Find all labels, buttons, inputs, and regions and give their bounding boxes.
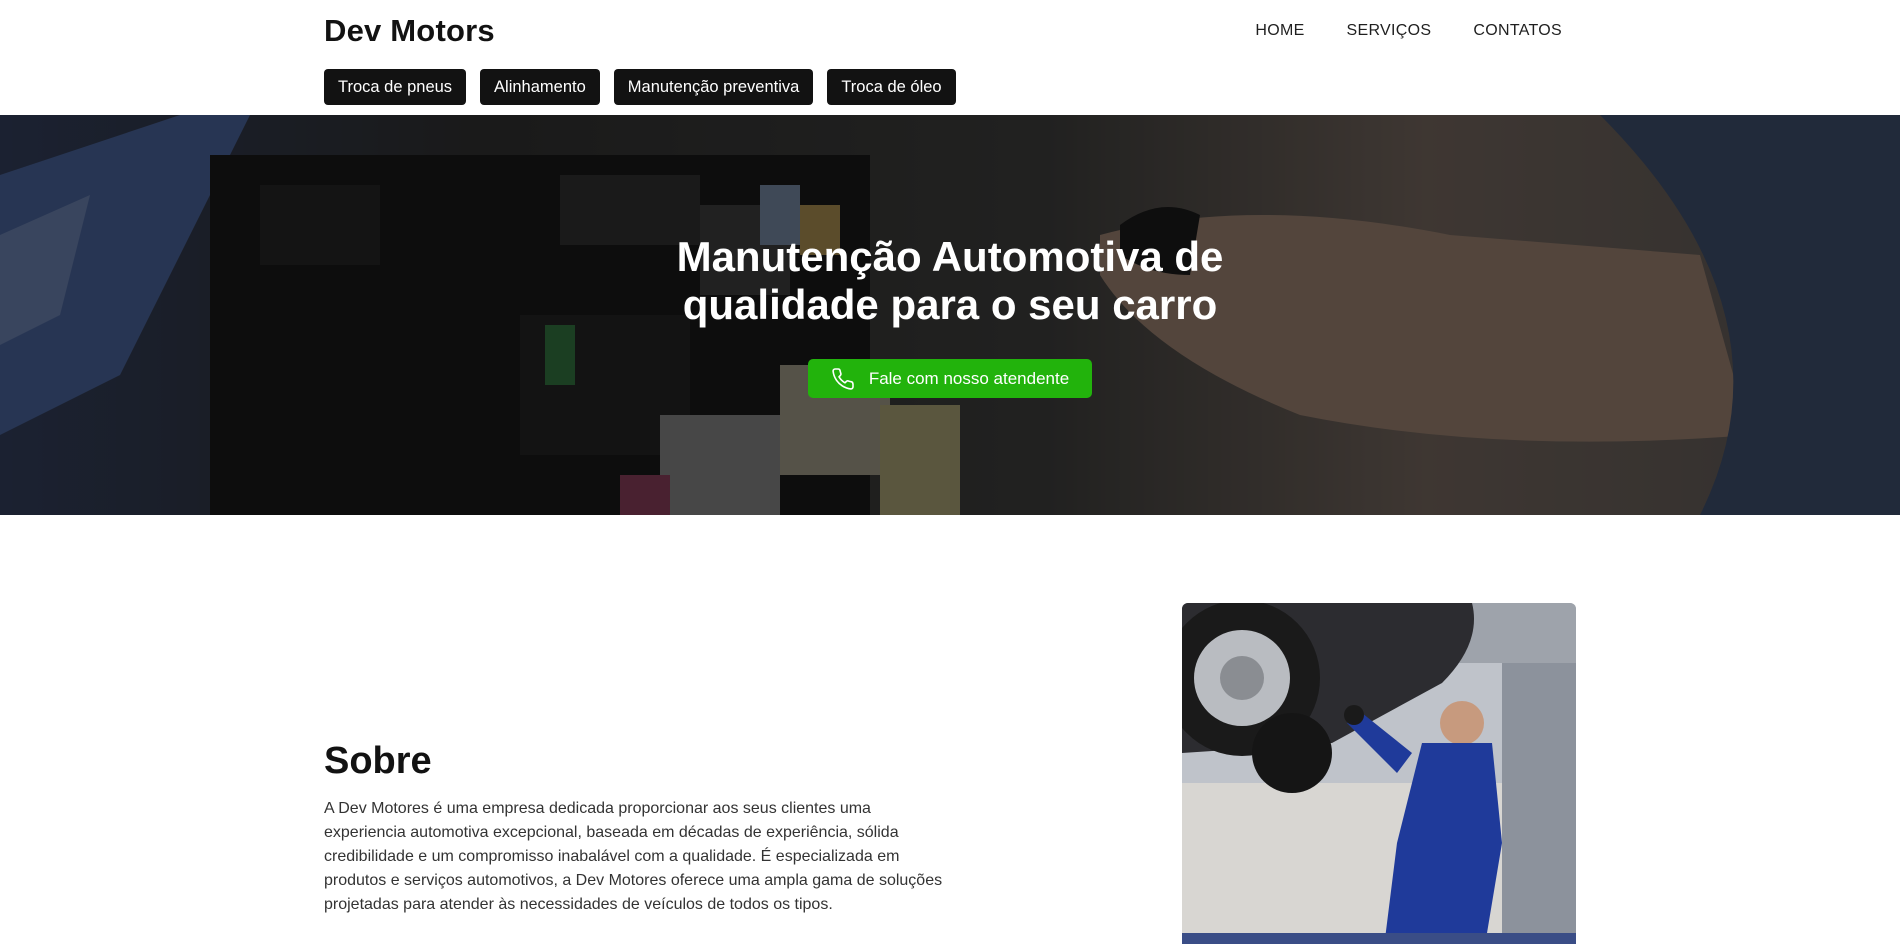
nav-services-link[interactable]: SERVIÇOS xyxy=(1347,22,1432,40)
about-title: Sobre xyxy=(324,740,432,782)
hero-banner: Manutenção Automotiva de qualidade para … xyxy=(0,115,1900,515)
hero-title: Manutenção Automotiva de qualidade para … xyxy=(676,233,1224,328)
service-tab-tire-change[interactable]: Troca de pneus xyxy=(324,69,467,105)
main-nav: HOME SERVIÇOS CONTATOS xyxy=(1255,22,1562,40)
phone-icon xyxy=(831,367,855,391)
contact-attendant-button[interactable]: Fale com nosso atendente xyxy=(807,359,1093,398)
service-tab-preventive-maintenance[interactable]: Manutenção preventiva xyxy=(613,69,814,105)
nav-contacts-link[interactable]: CONTATOS xyxy=(1473,22,1562,40)
about-description: A Dev Motores é uma empresa dedicada pro… xyxy=(324,800,943,913)
about-section: Sobre A Dev Motores é uma empresa dedica… xyxy=(0,515,1900,944)
site-logo[interactable]: Dev Motors xyxy=(324,13,495,49)
service-tabs: Troca de pneus Alinhamento Manutenção pr… xyxy=(324,69,1576,105)
service-tab-oil-change[interactable]: Troca de óleo xyxy=(827,69,956,105)
nav-home-link[interactable]: HOME xyxy=(1255,22,1304,40)
service-tab-alignment[interactable]: Alinhamento xyxy=(480,69,600,105)
mechanic-photo xyxy=(1182,603,1576,944)
site-header: Dev Motors HOME SERVIÇOS CONTATOS Troca … xyxy=(0,0,1900,115)
contact-attendant-label: Fale com nosso atendente xyxy=(868,368,1070,388)
